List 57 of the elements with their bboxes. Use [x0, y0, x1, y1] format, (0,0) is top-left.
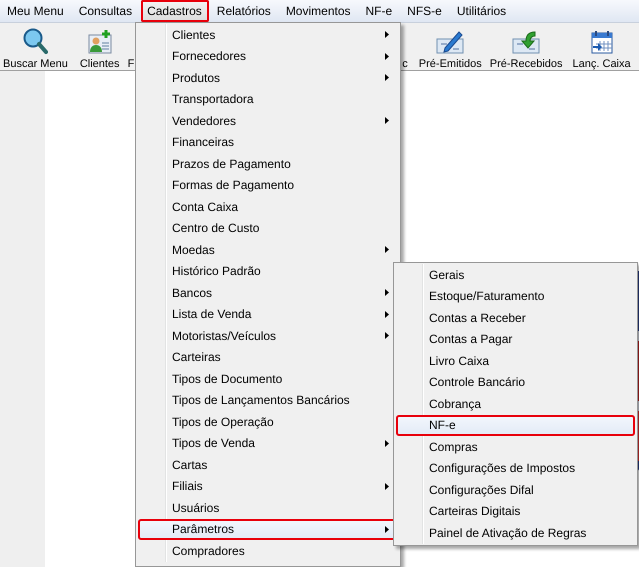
toolbar-button[interactable]: Pré-Recebidos: [490, 23, 563, 70]
menu-item[interactable]: NF-e: [396, 414, 635, 436]
menu-item[interactable]: Configurações Difal: [396, 479, 635, 500]
menu-item[interactable]: Fornecedores: [138, 46, 398, 67]
menu-item[interactable]: Cobrança: [396, 393, 635, 414]
menu-item[interactable]: Controle Bancário: [396, 372, 635, 393]
menu-item[interactable]: Prazos de Pagamento: [138, 153, 398, 174]
toolbar-button[interactable]: Clientes: [80, 23, 120, 70]
menu-item[interactable]: Transportadora: [138, 88, 398, 110]
menu-item[interactable]: Livro Caixa: [396, 350, 635, 372]
toolbar-button[interactable]: Lanç. Caixa: [572, 23, 631, 70]
menu-item[interactable]: Compras: [396, 436, 635, 458]
menu-item[interactable]: Usuários: [138, 497, 398, 518]
menu-item[interactable]: Produtos: [138, 67, 398, 88]
menu-item[interactable]: Motoristas/Veículos: [138, 325, 398, 346]
pen-card-icon: [435, 29, 466, 55]
search-icon: [22, 27, 48, 55]
menu-item[interactable]: NFS-e: [401, 0, 449, 22]
menu-item[interactable]: Centro de Custo: [138, 218, 398, 239]
toolbar-button[interactable]: Pré-Emitidos: [418, 23, 482, 70]
calendar-icon: [590, 29, 614, 55]
menu-item[interactable]: Painel de Ativação de Regras: [396, 522, 635, 544]
menu-item[interactable]: Tipos de Lançamentos Bancários: [138, 390, 398, 411]
menu-item[interactable]: Formas de Pagamento: [138, 174, 398, 196]
menu-item[interactable]: Cartas: [138, 454, 398, 476]
menu-item[interactable]: Histórico Padrão: [138, 260, 398, 282]
toolbar-button[interactable]: F: [128, 23, 134, 70]
menu-item[interactable]: Lista de Venda: [138, 304, 398, 325]
menu-item[interactable]: Tipos de Venda: [138, 432, 398, 454]
menu-item[interactable]: Meu Menu: [1, 0, 71, 22]
menu-item[interactable]: Tipos de Operação: [138, 411, 398, 432]
person-card-icon: [86, 29, 113, 55]
menu-item[interactable]: Clientes: [138, 24, 398, 46]
menu-item[interactable]: Contas a Pagar: [396, 328, 635, 350]
menu-item[interactable]: Moedas: [138, 239, 398, 260]
menu-item[interactable]: Carteiras Digitais: [396, 500, 635, 522]
menu-item[interactable]: Movimentos: [280, 0, 358, 22]
menu-item[interactable]: Gerais: [396, 264, 635, 286]
toolbar-button[interactable]: Buscar Menu: [3, 23, 68, 70]
menu-item[interactable]: Compradores: [138, 540, 398, 562]
menu-item[interactable]: Cadastros: [141, 0, 209, 22]
menu-item[interactable]: Utilitários: [450, 0, 514, 22]
menu-item[interactable]: Relatórios: [210, 0, 278, 22]
menu-item[interactable]: Consultas: [72, 0, 140, 22]
menu-item[interactable]: Conta Caixa: [138, 196, 398, 218]
menu-item[interactable]: Carteiras: [138, 346, 398, 368]
toolbar-button[interactable]: c: [402, 23, 408, 70]
menu-item[interactable]: Filiais: [138, 476, 398, 497]
menu-item[interactable]: Contas a Receber: [396, 307, 635, 328]
menu-item[interactable]: Bancos: [138, 282, 398, 304]
menu-item[interactable]: Financeiras: [138, 132, 398, 153]
menu-item[interactable]: Estoque/Faturamento: [396, 286, 635, 307]
arrow-card-icon: [511, 29, 542, 55]
menu-item[interactable]: Tipos de Documento: [138, 368, 398, 390]
menu-item[interactable]: NF-e: [360, 0, 400, 22]
menu-item[interactable]: Configurações de Impostos: [396, 458, 635, 479]
menu-item[interactable]: Vendedores: [138, 110, 398, 132]
